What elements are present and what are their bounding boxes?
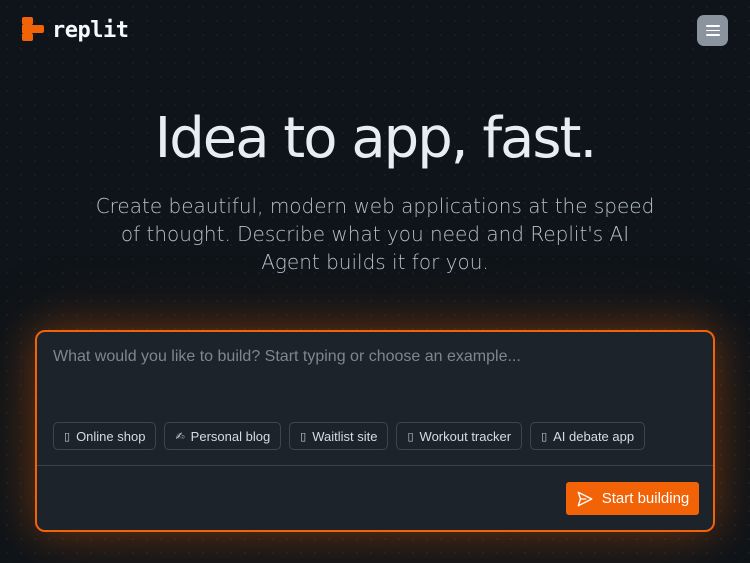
chip-label: Waitlist site [312,428,378,444]
send-icon [577,491,593,506]
start-building-label: Start building [601,490,690,507]
example-chips: ▯ Online shop ✍ Personal blog ▯ Waitlist… [53,422,646,450]
chip-label: Online shop [76,428,146,444]
example-chip-online-shop[interactable]: ▯ Online shop [53,422,157,450]
list-icon: ▯ [300,429,307,443]
top-header: replit [0,0,750,60]
example-chip-workout-tracker[interactable]: ▯ Workout tracker [396,422,523,450]
replit-logo-icon [22,17,44,43]
example-chip-waitlist-site[interactable]: ▯ Waitlist site [289,422,389,450]
pen-icon: ✍ [175,429,185,443]
chat-icon: ▯ [541,429,548,443]
dumbbell-icon: ▯ [407,429,414,443]
prompt-divider [37,465,713,466]
example-chip-personal-blog[interactable]: ✍ Personal blog [164,422,282,450]
hero-title: Idea to app, fast. [154,106,598,171]
prompt-box: ▯ Online shop ✍ Personal blog ▯ Waitlist… [35,330,715,532]
start-building-button[interactable]: Start building [566,482,699,515]
chip-label: Personal blog [190,428,271,444]
hamburger-menu-icon [705,25,720,27]
menu-button[interactable] [697,15,728,46]
example-chip-ai-debate-app[interactable]: ▯ AI debate app [530,422,646,450]
replit-logo[interactable]: replit [22,17,129,43]
hero-subtitle: Create beautiful, modern web application… [95,194,655,274]
chip-label: AI debate app [553,428,635,444]
prompt-input[interactable] [53,348,693,408]
brand-name: replit [52,17,129,43]
cart-icon: ▯ [64,429,71,443]
chip-label: Workout tracker [419,428,512,444]
